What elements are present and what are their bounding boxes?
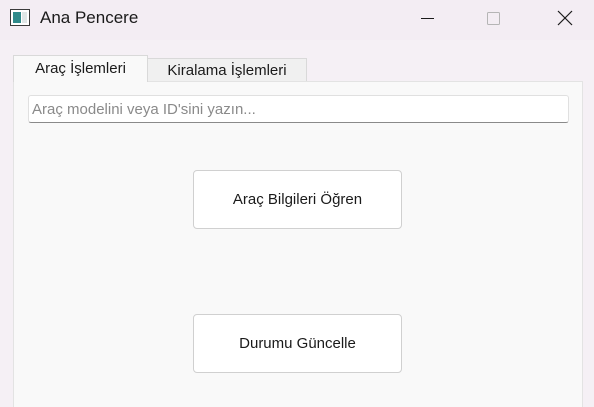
- minimize-icon: [421, 18, 434, 19]
- maximize-button[interactable]: [471, 0, 517, 36]
- tab-panel-arac-islemleri: Araç Bilgileri Öğren Durumu Güncelle: [13, 81, 583, 407]
- main-window: Ana Pencere Araç İşlemleri Kiralama İşle…: [0, 0, 594, 407]
- maximize-icon: [487, 12, 500, 25]
- close-button[interactable]: [542, 0, 588, 36]
- window-app-icon: [10, 9, 30, 26]
- title-bar[interactable]: Ana Pencere: [0, 0, 594, 40]
- arac-bilgileri-ogren-button[interactable]: Araç Bilgileri Öğren: [193, 170, 402, 229]
- close-icon: [557, 10, 573, 26]
- window-title: Ana Pencere: [40, 8, 139, 27]
- durumu-guncelle-button[interactable]: Durumu Güncelle: [193, 314, 402, 373]
- tab-arac-islemleri[interactable]: Araç İşlemleri: [13, 55, 148, 82]
- minimize-button[interactable]: [403, 0, 449, 36]
- search-input[interactable]: [28, 95, 569, 123]
- window-content: Araç İşlemleri Kiralama İşlemleri Araç B…: [0, 40, 594, 407]
- tab-kiralama-islemleri[interactable]: Kiralama İşlemleri: [148, 58, 307, 82]
